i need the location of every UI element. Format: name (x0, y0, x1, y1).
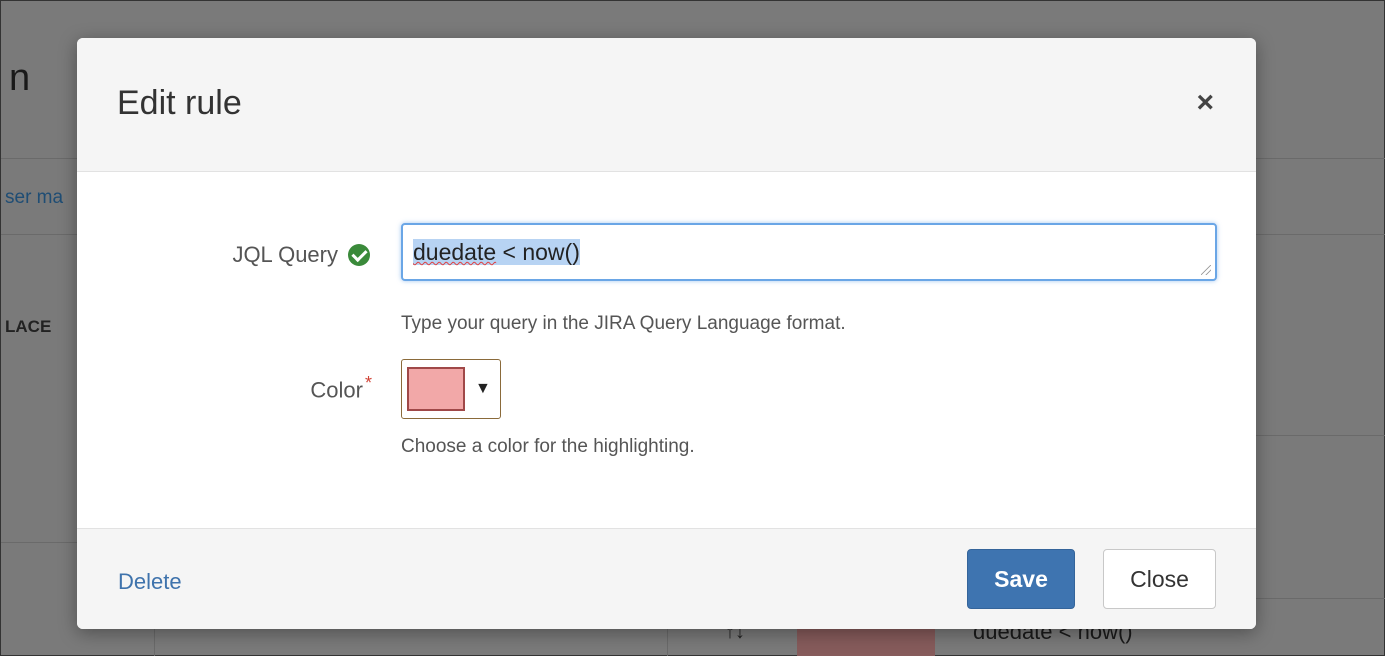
close-button[interactable]: Close (1103, 549, 1216, 609)
required-marker: * (364, 373, 372, 393)
resize-handle-icon[interactable] (1201, 265, 1211, 275)
edit-rule-dialog: Edit rule × JQL Query duedate < now() Ty… (77, 38, 1256, 629)
check-circle-icon (348, 244, 370, 266)
divider (1256, 435, 1385, 436)
save-button[interactable]: Save (967, 549, 1075, 609)
divider (1256, 234, 1385, 235)
background-link: ser ma (5, 187, 64, 208)
jql-query-label: JQL Query (232, 242, 370, 268)
jql-query-value-word: duedate (413, 239, 497, 265)
dialog-header: Edit rule × (77, 38, 1256, 172)
divider (1, 158, 77, 159)
background-table-header: LACE (5, 317, 52, 336)
divider (1256, 598, 1385, 599)
dialog-title: Edit rule (117, 84, 242, 122)
divider (1, 542, 77, 543)
delete-link[interactable]: Delete (118, 569, 182, 595)
divider (1256, 158, 1385, 159)
jql-query-help: Type your query in the JIRA Query Langua… (401, 313, 846, 334)
color-help: Choose a color for the highlighting. (401, 436, 695, 457)
selected-color-swatch (407, 367, 465, 411)
color-picker-dropdown[interactable]: ▼ (401, 359, 501, 419)
jql-query-input[interactable]: duedate < now() (401, 223, 1217, 281)
background-page-title: n (9, 57, 31, 99)
divider (154, 629, 155, 656)
jql-query-value-rest: < now() (496, 239, 580, 265)
divider (1, 234, 77, 235)
jql-query-label-text: JQL Query (232, 242, 338, 267)
caret-down-icon: ▼ (475, 380, 491, 397)
jql-query-value: duedate < now() (413, 239, 580, 265)
dialog-footer: Delete Save Close (77, 528, 1256, 629)
close-icon[interactable]: × (1196, 88, 1214, 118)
color-label: Color * (310, 373, 372, 403)
divider (667, 629, 668, 656)
color-label-text: Color (310, 377, 363, 403)
dialog-body: JQL Query duedate < now() Type your quer… (77, 172, 1256, 528)
